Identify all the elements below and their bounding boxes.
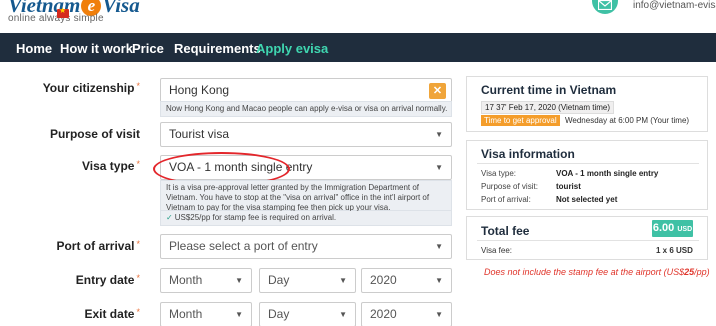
citizenship-select[interactable]: Hong Kong	[160, 78, 452, 103]
visa-fee-value: 1 x 6 USD	[656, 246, 693, 255]
nav-price[interactable]: Price	[132, 41, 164, 56]
nav-how-it-work[interactable]: How it work	[60, 41, 133, 56]
logo[interactable]: Vietnam e Visa online always simple	[8, 0, 140, 28]
visa-type-label: Visa type *	[82, 159, 140, 173]
chevron-down-icon: ▼	[435, 130, 443, 139]
chevron-down-icon: ▼	[435, 276, 443, 285]
visa-info-row: Visa type: VOA - 1 month single entry	[481, 169, 659, 178]
visa-info-row: Purpose of visit: tourist	[481, 182, 581, 191]
divider	[477, 240, 699, 241]
page: VietnameVisa online always simple info@v…	[0, 0, 716, 326]
contact-email[interactable]: info@vietnam-evisa.com	[633, 0, 716, 11]
logo-tagline: online always simple	[8, 13, 104, 24]
exit-year-select[interactable]: 2020 ▼	[361, 302, 452, 326]
entry-date-label: Entry date *	[75, 273, 140, 287]
exit-month-select[interactable]: Month ▼	[160, 302, 252, 326]
mail-icon[interactable]	[592, 0, 618, 14]
stamp-fee-note: ✓ US$25/pp for stamp fee is required on a…	[160, 211, 452, 226]
current-time-title: Current time in Vietnam	[481, 83, 617, 97]
chevron-down-icon: ▼	[339, 310, 347, 319]
vietnam-flag-icon	[57, 6, 69, 18]
stamp-fee-warning: Does not include the stamp fee at the ai…	[484, 267, 710, 277]
visa-info-title: Visa information	[481, 147, 575, 161]
purpose-label: Purpose of visit	[49, 127, 140, 141]
purpose-select[interactable]: Tourist visa ▼	[160, 122, 452, 147]
total-fee-title: Total fee	[481, 224, 530, 238]
entry-month-select[interactable]: Month ▼	[160, 268, 252, 293]
visa-fee-label: Visa fee:	[481, 246, 512, 255]
chevron-down-icon: ▼	[435, 163, 443, 172]
chevron-down-icon: ▼	[435, 310, 443, 319]
nav-apply-evisa[interactable]: Apply evisa	[256, 41, 328, 56]
nav-requirements[interactable]: Requirements	[174, 41, 261, 56]
chevron-down-icon: ▼	[235, 310, 243, 319]
citizenship-note: Now Hong Kong and Macao people can apply…	[160, 101, 452, 117]
current-time-value: 17 37' Feb 17, 2020 (Vietnam time)	[481, 101, 615, 114]
clear-citizenship-button[interactable]: ✕	[429, 83, 446, 99]
exit-day-select[interactable]: Day ▼	[259, 302, 356, 326]
port-select[interactable]: Please select a port of entry ▼	[160, 234, 452, 259]
visa-type-note: It is a visa pre-approval letter granted…	[160, 180, 452, 212]
check-icon: ✓	[166, 213, 173, 222]
chevron-down-icon: ▼	[235, 276, 243, 285]
citizenship-label: Your citizenship *	[42, 81, 140, 95]
approval-time: Wednesday at 6:00 PM (Your time)	[565, 116, 690, 125]
divider	[477, 163, 699, 164]
visa-info-row: Port of arrival: Not selected yet	[481, 195, 618, 204]
port-label: Port of arrival *	[56, 239, 140, 253]
chevron-down-icon: ▼	[435, 242, 443, 251]
entry-year-select[interactable]: 2020 ▼	[361, 268, 452, 293]
exit-date-label: Exit date *	[84, 307, 140, 321]
nav-home[interactable]: Home	[16, 41, 52, 56]
entry-day-select[interactable]: Day ▼	[259, 268, 356, 293]
total-fee-amount: 6.00 USD	[652, 220, 693, 237]
chevron-down-icon: ▼	[339, 276, 347, 285]
approval-badge: Time to get approval	[481, 115, 560, 126]
main-nav: Home How it work Price Requirements Appl…	[0, 33, 716, 62]
